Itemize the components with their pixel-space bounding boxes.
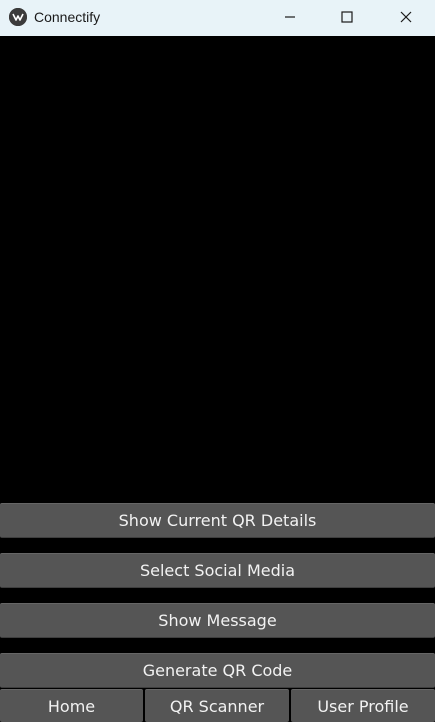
show-message-button[interactable]: Show Message <box>0 603 435 638</box>
window-title: Connectify <box>34 9 101 25</box>
nav-qr-scanner-button[interactable]: QR Scanner <box>145 689 289 722</box>
select-social-media-button[interactable]: Select Social Media <box>0 553 435 588</box>
generate-qr-code-button[interactable]: Generate QR Code <box>0 653 435 688</box>
minimize-icon <box>285 16 295 18</box>
main-content: Show Current QR Details Select Social Me… <box>0 36 435 722</box>
minimize-button[interactable] <box>261 0 319 34</box>
close-button[interactable] <box>377 0 435 34</box>
nav-user-profile-button[interactable]: User Profile <box>291 689 435 722</box>
camera-view <box>0 36 435 501</box>
maximize-icon <box>341 11 353 23</box>
close-icon <box>400 11 412 23</box>
show-qr-details-button[interactable]: Show Current QR Details <box>0 503 435 538</box>
maximize-button[interactable] <box>318 0 376 34</box>
kivy-logo-icon <box>9 8 27 26</box>
nav-home-button[interactable]: Home <box>0 689 143 722</box>
title-bar: Connectify <box>0 0 435 36</box>
